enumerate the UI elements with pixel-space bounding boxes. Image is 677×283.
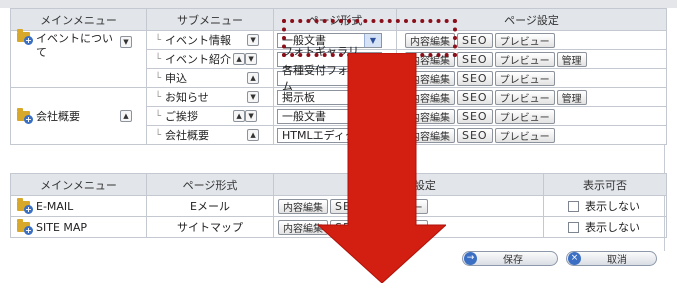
- header-visibility: 表示可否: [543, 173, 667, 196]
- preview-button[interactable]: プレビュー: [494, 70, 555, 86]
- main-menu-cell: + SITE MAP: [10, 216, 147, 238]
- move-down-button[interactable]: ▼: [247, 34, 260, 46]
- save-icon: →: [464, 252, 477, 265]
- sub-menu-cell: └ お知らせ ▼: [146, 87, 274, 107]
- dropdown-arrow-icon: ▼: [364, 33, 381, 47]
- main-menu-label: SITE MAP: [36, 220, 88, 234]
- move-down-button[interactable]: ▼: [120, 36, 132, 48]
- settings-cell: 内容編集 SEO プレビュー: [396, 30, 667, 50]
- main-menu-label: E-MAIL: [36, 199, 74, 213]
- preview-button[interactable]: プレビュー: [494, 51, 555, 67]
- main-menu-label: 会社概要: [36, 110, 80, 123]
- hide-label: 表示しない: [585, 221, 640, 234]
- sub-menu-label: イベント情報: [165, 34, 232, 47]
- folder-add-icon: +: [17, 198, 33, 214]
- move-up-button[interactable]: ▲: [120, 110, 132, 122]
- visibility-cell: 表示しない: [543, 216, 667, 238]
- cancel-icon: ×: [568, 252, 581, 265]
- seo-button[interactable]: SEO: [457, 108, 493, 124]
- hide-label: 表示しない: [585, 200, 640, 213]
- folder-add-icon[interactable]: +: [17, 108, 33, 124]
- seo-button[interactable]: SEO: [457, 89, 493, 105]
- edit-content-button[interactable]: 内容編集: [405, 32, 455, 48]
- sub-menu-label: 申込: [165, 72, 188, 85]
- format-select-value: 掲示板: [282, 91, 315, 104]
- manage-button[interactable]: 管理: [556, 51, 587, 67]
- hide-checkbox[interactable]: [568, 221, 579, 233]
- seo-button[interactable]: SEO: [457, 51, 493, 67]
- header-page-format: ページ形式: [273, 8, 397, 31]
- folder-add-icon: +: [17, 219, 33, 235]
- seo-button[interactable]: SEO: [457, 32, 493, 48]
- format-cell: Eメール: [146, 195, 274, 217]
- move-down-button[interactable]: ▼: [245, 53, 258, 65]
- folder-add-icon[interactable]: +: [17, 29, 33, 45]
- header-main-menu: メインメニュー: [10, 173, 147, 196]
- move-up-button[interactable]: ▲: [233, 53, 246, 65]
- seo-button[interactable]: SEO: [457, 70, 493, 86]
- main-menu-label: イベントについて: [36, 32, 113, 59]
- move-up-button[interactable]: ▲: [247, 129, 260, 141]
- hide-checkbox[interactable]: [568, 200, 579, 212]
- move-down-button[interactable]: ▼: [245, 110, 258, 122]
- save-button[interactable]: → 保存: [462, 251, 558, 266]
- preview-button[interactable]: プレビュー: [494, 89, 555, 105]
- big-down-arrow-icon: [318, 53, 446, 283]
- sub-menu-cell: └ ご挨拶 ▲ ▼: [146, 106, 274, 126]
- seo-button[interactable]: SEO: [457, 127, 493, 143]
- sub-menu-cell: └ イベント紹介 ▲ ▼: [146, 49, 274, 69]
- save-label: 保存: [503, 255, 523, 266]
- move-up-button[interactable]: ▲: [233, 110, 246, 122]
- move-up-button[interactable]: ▲: [247, 72, 260, 84]
- preview-button[interactable]: プレビュー: [494, 32, 555, 48]
- sub-menu-cell: └ イベント情報 ▼: [146, 30, 274, 50]
- top-bar: [0, 0, 677, 8]
- preview-button[interactable]: プレビュー: [494, 127, 555, 143]
- move-down-button[interactable]: ▼: [247, 91, 260, 103]
- cancel-button[interactable]: × 取消: [566, 251, 657, 266]
- header-page-format: ページ形式: [146, 173, 274, 196]
- header-sub-menu: サブメニュー: [146, 8, 274, 31]
- cancel-label: 取消: [607, 255, 627, 266]
- header-main-menu: メインメニュー: [10, 8, 147, 31]
- sub-menu-label: イベント紹介: [165, 53, 232, 66]
- main-menu-cell: + 会社概要 ▲: [10, 87, 147, 145]
- sub-menu-cell: └ 申込 ▲: [146, 68, 274, 88]
- manage-button[interactable]: 管理: [556, 89, 587, 105]
- visibility-cell: 表示しない: [543, 195, 667, 217]
- main-menu-cell: + E-MAIL: [10, 195, 147, 217]
- sub-menu-cell: └ 会社概要 ▲: [146, 125, 274, 145]
- main-menu-cell: + イベントについて ▼: [10, 29, 147, 88]
- header-page-settings: ページ設定: [396, 8, 667, 31]
- preview-button[interactable]: プレビュー: [494, 108, 555, 124]
- sub-menu-label: お知らせ: [165, 91, 209, 104]
- sub-menu-label: 会社概要: [165, 129, 210, 142]
- sub-menu-label: ご挨拶: [165, 110, 199, 123]
- format-cell: サイトマップ: [146, 216, 274, 238]
